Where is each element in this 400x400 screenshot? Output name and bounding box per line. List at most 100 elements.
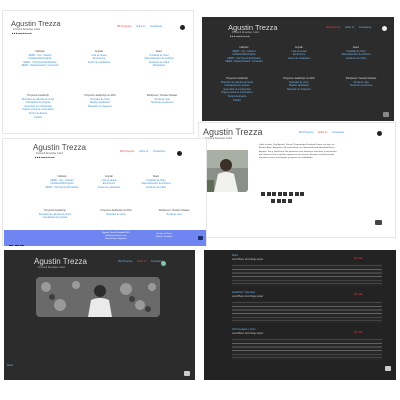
link[interactable]: Tienda de ropa [143, 214, 205, 218]
section-fullstack: Fullstack MERN - Vue - Tailwind Fullstac… [37, 176, 87, 190]
exp-company-3: Lucid Plans. Arco Diego López [232, 333, 264, 335]
section-wp: Wordpress / Tiendas Virtuales Tienda de … [330, 78, 392, 89]
link[interactable]: Aplicacion de Clima [326, 58, 386, 62]
css-icon [266, 192, 271, 196]
link[interactable]: Gestor de estudiantes [274, 58, 324, 62]
profile-name: Agustin Trezza [203, 127, 263, 137]
link[interactable]: Aplicacion de Clima [131, 187, 181, 191]
nav-mis-proyectos[interactable]: Mis Proyectos [118, 261, 132, 263]
linkedin-icon[interactable] [9, 245, 13, 246]
nav-contactame[interactable]: Contactame [153, 151, 165, 153]
scroll-top-button[interactable] [184, 371, 190, 376]
nav-sobre-mi[interactable]: Sobre mi [139, 151, 148, 153]
top-nav: Mis Proyectos Sobre mi Contactame [114, 261, 163, 265]
footer-bar: Agustin Trezza Portafolio 2024 info@agus… [4, 230, 206, 246]
link[interactable]: MERN - Refactorizacion / Contenido [11, 65, 69, 69]
section-js: Proyectos JavaScript Buscador de pelicul… [206, 78, 268, 103]
scroll-top-button[interactable] [198, 236, 203, 240]
nav-sobre-mi[interactable]: Sobre mi [137, 261, 146, 263]
theme-toggle-icon[interactable] [177, 151, 182, 156]
github-icon [271, 199, 275, 203]
shot-about-light: Agustin Trezza Frontend Developer Junior… [198, 122, 396, 238]
nav-mis-proyectos[interactable]: Mis Proyectos [299, 132, 313, 134]
section-api: Proyectos JavaScript con APIs Buscador d… [85, 210, 147, 217]
nav-contactame[interactable]: Contactame [359, 27, 371, 29]
exp-more-1[interactable]: Ver más [354, 258, 362, 262]
nav-contactame[interactable]: Contactame [150, 26, 162, 28]
footer-social-icons [9, 236, 26, 246]
scroll-top-button[interactable] [385, 366, 391, 371]
link[interactable]: Tienda de ecommerce [330, 85, 392, 89]
nav-mis-proyectos[interactable]: Mis Proyectos [120, 151, 134, 153]
top-nav: Mis Proyectos Sobre mi Contactame [113, 26, 162, 30]
link[interactable]: Todolist [206, 100, 268, 104]
section-api: Proyectos JavaScript con APIs Buscador d… [69, 95, 131, 109]
profile-role: Frontend Developer Junior [38, 267, 66, 269]
facebook-icon[interactable] [20, 245, 25, 246]
footer-line5: GitHub - Portafolio [155, 236, 173, 238]
nav-sobre-mi[interactable]: Sobre mi [136, 26, 145, 28]
tailwind-icon [287, 199, 292, 203]
top-nav: Mis Proyectos Sobre mi Contactame [322, 27, 371, 31]
link[interactable]: Todolist [7, 117, 69, 121]
profile-name: Agustin Trezza [11, 19, 61, 28]
exp-more-3[interactable]: Ver más [354, 332, 362, 336]
social-row: ■ ■ ■ ▬▬ ■ ■ ▬ ■ [35, 157, 55, 159]
link[interactable]: MERN - Refactorizacion / Contenido [216, 61, 272, 65]
nav-mis-proyectos[interactable]: Mis Proyectos [326, 27, 340, 29]
sass-icon [282, 199, 287, 203]
footer-text-right: Hecho con React GitHub - Portafolio [146, 233, 182, 239]
profile-photo [204, 150, 248, 192]
footer-text-left: Agustin Trezza Portafolio 2024 info@agus… [96, 232, 136, 241]
github-icon[interactable] [14, 245, 19, 246]
profile-role: Frontend Developer Junior [205, 138, 233, 140]
exp-text-block-2 [232, 301, 382, 323]
social-row: ■ ■ ■ ▬▬ ■ ■ ▬ ■ [230, 36, 250, 38]
link[interactable]: Marketplace [129, 65, 189, 69]
exp-more-2[interactable]: Ver más [354, 294, 362, 298]
profile-name: Agustin Trezza [33, 143, 86, 152]
link[interactable]: Buscador de clima [85, 214, 147, 218]
figma-icon [276, 199, 281, 203]
scroll-top-button[interactable] [375, 220, 382, 225]
section-angular: Angular Lista de tareas Ecommerce Gestor… [71, 51, 127, 65]
link[interactable]: Buscador de Imagenes [69, 106, 131, 110]
top-nav: Mis Proyectos Sobre mi Contactame [116, 151, 165, 155]
scroll-top-button[interactable] [383, 112, 389, 117]
section-react: React Portafolio de Hotel Sistema/Gestio… [131, 176, 181, 190]
shot-experience-dark: React Ver más Lucid Plans. Arco Diego Ló… [204, 250, 396, 380]
about-bio: ¡Hola a todos, Soy Agustín Trezza! Progr… [259, 144, 337, 160]
link[interactable]: Buscador de Imagenes [268, 89, 330, 93]
link[interactable]: Calculadora de propinas [25, 217, 85, 221]
section-js: Proyectos JavaScript Buscador de pelicul… [7, 95, 69, 120]
tech-icons-row2 [271, 190, 331, 208]
link[interactable]: MERN - Vite/Typescript/Fulstack [37, 187, 87, 191]
link[interactable]: Gestor de estudiantes [71, 62, 127, 66]
nav-mis-proyectos[interactable]: Mis Proyectos [117, 26, 131, 28]
section-api: Proyectos JavaScript con APIs Buscador d… [268, 78, 330, 92]
theme-toggle-icon[interactable] [377, 131, 382, 136]
nav-sobre-mi[interactable]: Sobre mi [318, 132, 327, 134]
link[interactable]: Tienda de ecommerce [131, 102, 193, 106]
profile-name: Agustin Trezza [34, 257, 87, 266]
section-fullstack: Fullstack MERN - Vue - Tailwind Fullstac… [216, 47, 272, 65]
profile-banner-photo [36, 277, 160, 317]
shot-about-dark: Agustin Trezza Frontend Developer Junior… [4, 250, 195, 380]
exp-text-block-3 [232, 338, 382, 360]
section-angular: Angular Lista de tareas Ecommerce Gestor… [274, 47, 324, 61]
theme-toggle-icon[interactable] [180, 25, 185, 30]
html-icon [261, 192, 265, 196]
section-fullstack: Fullstack MERN - Vue - Tailwind Fullstac… [11, 51, 69, 69]
exp-company-2: Lucid Plans. Arco Diego López [232, 296, 264, 298]
footer-line3: Buenos Aires, Argentina [105, 238, 127, 240]
section-angular: Angular Lista de tareas Ecommerce Gestor… [87, 176, 131, 190]
theme-toggle-icon[interactable] [382, 26, 387, 31]
profile-name: Agustin Trezza [228, 23, 278, 32]
nav-contactame[interactable]: Contactame [332, 132, 344, 134]
link[interactable]: Gestor de estudiantes [87, 187, 131, 191]
theme-toggle-icon[interactable] [161, 261, 166, 266]
section-js: Proyectos JavaScript Buscador de pelicul… [25, 210, 85, 221]
social-row: ■ ■ ■ ▬▬ ■ ■ ▬ ■ [12, 33, 32, 35]
section-wp: Wordpress / Tiendas Virtuales Tienda de … [131, 95, 193, 106]
nav-sobre-mi[interactable]: Sobre mi [345, 27, 354, 29]
